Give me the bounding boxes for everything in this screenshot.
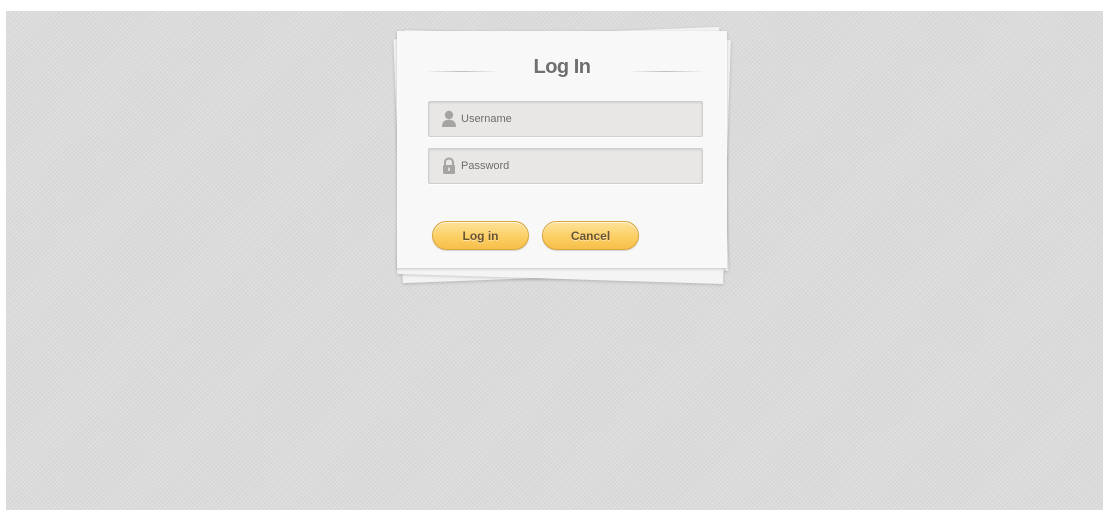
lock-icon [441,157,457,175]
user-icon [441,110,457,128]
password-field[interactable] [428,148,703,184]
page-title: Log In [533,56,591,78]
password-input[interactable] [461,149,696,183]
title-divider-right [627,71,705,72]
username-input[interactable] [461,102,696,136]
username-field[interactable] [428,101,703,137]
login-button[interactable]: Log in [432,221,529,250]
login-card: Log In Log in Cancel [397,31,727,268]
page-background: Log In Log in Cancel [6,11,1103,510]
title-row: Log In [397,55,727,87]
cancel-button[interactable]: Cancel [542,221,639,250]
